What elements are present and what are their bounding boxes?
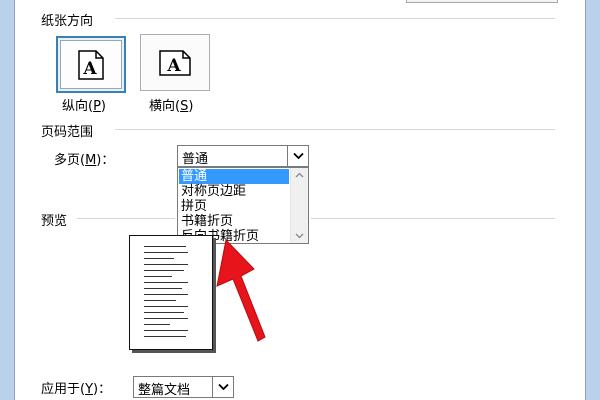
annotation-arrow-icon	[216, 238, 266, 342]
